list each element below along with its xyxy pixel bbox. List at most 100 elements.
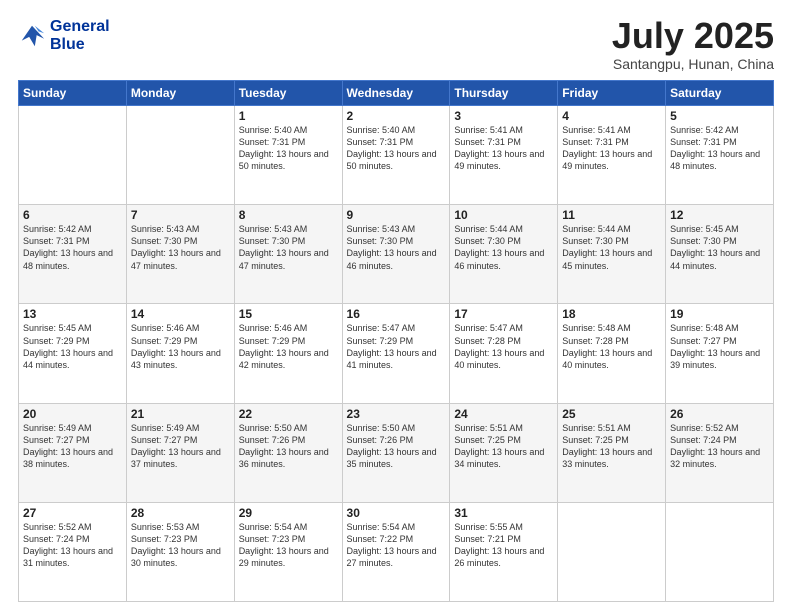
day-info: Sunrise: 5:50 AM Sunset: 7:26 PM Dayligh… [239, 422, 338, 471]
table-row: 19Sunrise: 5:48 AM Sunset: 7:27 PM Dayli… [666, 304, 774, 403]
calendar-week-row: 13Sunrise: 5:45 AM Sunset: 7:29 PM Dayli… [19, 304, 774, 403]
day-number: 21 [131, 407, 230, 421]
table-row [126, 106, 234, 205]
calendar-table: Sunday Monday Tuesday Wednesday Thursday… [18, 80, 774, 602]
day-info: Sunrise: 5:40 AM Sunset: 7:31 PM Dayligh… [239, 124, 338, 173]
table-row: 28Sunrise: 5:53 AM Sunset: 7:23 PM Dayli… [126, 502, 234, 601]
day-info: Sunrise: 5:41 AM Sunset: 7:31 PM Dayligh… [562, 124, 661, 173]
table-row: 27Sunrise: 5:52 AM Sunset: 7:24 PM Dayli… [19, 502, 127, 601]
day-number: 26 [670, 407, 769, 421]
logo-text: General Blue [50, 18, 110, 53]
day-number: 10 [454, 208, 553, 222]
day-number: 24 [454, 407, 553, 421]
day-info: Sunrise: 5:41 AM Sunset: 7:31 PM Dayligh… [454, 124, 553, 173]
table-row: 18Sunrise: 5:48 AM Sunset: 7:28 PM Dayli… [558, 304, 666, 403]
table-row: 29Sunrise: 5:54 AM Sunset: 7:23 PM Dayli… [234, 502, 342, 601]
day-info: Sunrise: 5:40 AM Sunset: 7:31 PM Dayligh… [347, 124, 446, 173]
table-row: 7Sunrise: 5:43 AM Sunset: 7:30 PM Daylig… [126, 205, 234, 304]
day-info: Sunrise: 5:52 AM Sunset: 7:24 PM Dayligh… [23, 521, 122, 570]
day-info: Sunrise: 5:43 AM Sunset: 7:30 PM Dayligh… [239, 223, 338, 272]
day-number: 22 [239, 407, 338, 421]
day-number: 15 [239, 307, 338, 321]
logo: General Blue [18, 18, 110, 53]
table-row: 21Sunrise: 5:49 AM Sunset: 7:27 PM Dayli… [126, 403, 234, 502]
col-thursday: Thursday [450, 81, 558, 106]
col-wednesday: Wednesday [342, 81, 450, 106]
day-number: 1 [239, 109, 338, 123]
header: General Blue July 2025 Santangpu, Hunan,… [18, 18, 774, 72]
day-info: Sunrise: 5:53 AM Sunset: 7:23 PM Dayligh… [131, 521, 230, 570]
day-number: 4 [562, 109, 661, 123]
day-number: 17 [454, 307, 553, 321]
table-row: 31Sunrise: 5:55 AM Sunset: 7:21 PM Dayli… [450, 502, 558, 601]
table-row: 13Sunrise: 5:45 AM Sunset: 7:29 PM Dayli… [19, 304, 127, 403]
title-block: July 2025 Santangpu, Hunan, China [612, 18, 774, 72]
day-number: 19 [670, 307, 769, 321]
day-info: Sunrise: 5:51 AM Sunset: 7:25 PM Dayligh… [562, 422, 661, 471]
col-saturday: Saturday [666, 81, 774, 106]
day-info: Sunrise: 5:48 AM Sunset: 7:27 PM Dayligh… [670, 322, 769, 371]
table-row: 17Sunrise: 5:47 AM Sunset: 7:28 PM Dayli… [450, 304, 558, 403]
day-number: 20 [23, 407, 122, 421]
table-row: 5Sunrise: 5:42 AM Sunset: 7:31 PM Daylig… [666, 106, 774, 205]
day-info: Sunrise: 5:43 AM Sunset: 7:30 PM Dayligh… [131, 223, 230, 272]
day-info: Sunrise: 5:46 AM Sunset: 7:29 PM Dayligh… [131, 322, 230, 371]
day-info: Sunrise: 5:46 AM Sunset: 7:29 PM Dayligh… [239, 322, 338, 371]
day-number: 7 [131, 208, 230, 222]
day-number: 18 [562, 307, 661, 321]
table-row: 20Sunrise: 5:49 AM Sunset: 7:27 PM Dayli… [19, 403, 127, 502]
day-info: Sunrise: 5:44 AM Sunset: 7:30 PM Dayligh… [562, 223, 661, 272]
table-row: 6Sunrise: 5:42 AM Sunset: 7:31 PM Daylig… [19, 205, 127, 304]
day-number: 12 [670, 208, 769, 222]
day-number: 5 [670, 109, 769, 123]
table-row: 30Sunrise: 5:54 AM Sunset: 7:22 PM Dayli… [342, 502, 450, 601]
day-info: Sunrise: 5:43 AM Sunset: 7:30 PM Dayligh… [347, 223, 446, 272]
col-friday: Friday [558, 81, 666, 106]
day-number: 27 [23, 506, 122, 520]
day-info: Sunrise: 5:42 AM Sunset: 7:31 PM Dayligh… [23, 223, 122, 272]
day-info: Sunrise: 5:44 AM Sunset: 7:30 PM Dayligh… [454, 223, 553, 272]
day-number: 28 [131, 506, 230, 520]
day-info: Sunrise: 5:54 AM Sunset: 7:23 PM Dayligh… [239, 521, 338, 570]
day-info: Sunrise: 5:55 AM Sunset: 7:21 PM Dayligh… [454, 521, 553, 570]
table-row: 4Sunrise: 5:41 AM Sunset: 7:31 PM Daylig… [558, 106, 666, 205]
day-info: Sunrise: 5:42 AM Sunset: 7:31 PM Dayligh… [670, 124, 769, 173]
col-sunday: Sunday [19, 81, 127, 106]
day-number: 2 [347, 109, 446, 123]
day-number: 30 [347, 506, 446, 520]
day-number: 23 [347, 407, 446, 421]
calendar-week-row: 6Sunrise: 5:42 AM Sunset: 7:31 PM Daylig… [19, 205, 774, 304]
calendar-header-row: Sunday Monday Tuesday Wednesday Thursday… [19, 81, 774, 106]
day-number: 31 [454, 506, 553, 520]
day-info: Sunrise: 5:52 AM Sunset: 7:24 PM Dayligh… [670, 422, 769, 471]
day-number: 16 [347, 307, 446, 321]
table-row: 11Sunrise: 5:44 AM Sunset: 7:30 PM Dayli… [558, 205, 666, 304]
table-row [558, 502, 666, 601]
day-info: Sunrise: 5:47 AM Sunset: 7:28 PM Dayligh… [454, 322, 553, 371]
table-row: 1Sunrise: 5:40 AM Sunset: 7:31 PM Daylig… [234, 106, 342, 205]
month-title: July 2025 [612, 18, 774, 54]
table-row [19, 106, 127, 205]
day-info: Sunrise: 5:45 AM Sunset: 7:29 PM Dayligh… [23, 322, 122, 371]
calendar-week-row: 27Sunrise: 5:52 AM Sunset: 7:24 PM Dayli… [19, 502, 774, 601]
day-info: Sunrise: 5:54 AM Sunset: 7:22 PM Dayligh… [347, 521, 446, 570]
location: Santangpu, Hunan, China [612, 56, 774, 72]
table-row: 24Sunrise: 5:51 AM Sunset: 7:25 PM Dayli… [450, 403, 558, 502]
table-row: 15Sunrise: 5:46 AM Sunset: 7:29 PM Dayli… [234, 304, 342, 403]
logo-icon [18, 22, 46, 50]
day-info: Sunrise: 5:49 AM Sunset: 7:27 PM Dayligh… [23, 422, 122, 471]
table-row: 22Sunrise: 5:50 AM Sunset: 7:26 PM Dayli… [234, 403, 342, 502]
day-number: 9 [347, 208, 446, 222]
table-row: 10Sunrise: 5:44 AM Sunset: 7:30 PM Dayli… [450, 205, 558, 304]
day-info: Sunrise: 5:47 AM Sunset: 7:29 PM Dayligh… [347, 322, 446, 371]
table-row: 2Sunrise: 5:40 AM Sunset: 7:31 PM Daylig… [342, 106, 450, 205]
table-row: 26Sunrise: 5:52 AM Sunset: 7:24 PM Dayli… [666, 403, 774, 502]
col-tuesday: Tuesday [234, 81, 342, 106]
table-row: 9Sunrise: 5:43 AM Sunset: 7:30 PM Daylig… [342, 205, 450, 304]
page: General Blue July 2025 Santangpu, Hunan,… [0, 0, 792, 612]
day-info: Sunrise: 5:49 AM Sunset: 7:27 PM Dayligh… [131, 422, 230, 471]
day-number: 6 [23, 208, 122, 222]
day-number: 29 [239, 506, 338, 520]
day-number: 8 [239, 208, 338, 222]
day-number: 3 [454, 109, 553, 123]
